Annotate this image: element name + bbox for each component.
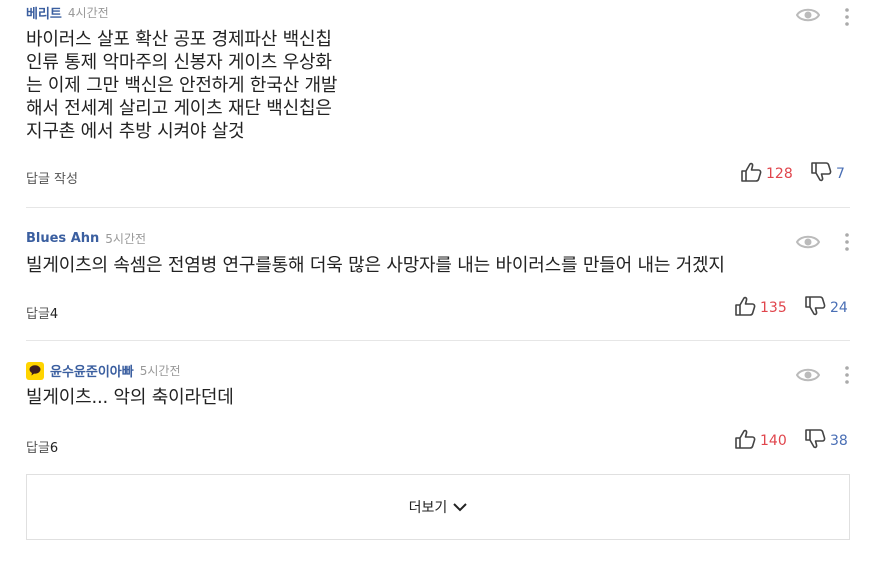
comment-author[interactable]: 윤수윤준이아빠: [50, 361, 134, 380]
load-more-label: 더보기: [408, 500, 448, 516]
comment-author[interactable]: 베리트: [26, 3, 62, 22]
comment-text: 빌게이츠... 악의 축이라던데: [26, 387, 234, 408]
like-button[interactable]: 128: [740, 162, 793, 186]
chevron-down-icon: [453, 502, 468, 512]
eye-icon[interactable]: [795, 7, 821, 27]
like-button[interactable]: 135: [734, 296, 787, 320]
thumbs-down-icon: [810, 162, 832, 186]
comment-time: 5시간전: [139, 364, 181, 378]
reply-count: 6: [49, 441, 59, 456]
reply-label: 답글: [26, 441, 50, 456]
comment-text: 바이러스 살포 확산 공포 경제파산 백신칩 인류 통제 악마주의 신봉자 게이…: [26, 29, 338, 142]
eye-icon[interactable]: [795, 234, 821, 254]
dislike-button[interactable]: 24: [804, 296, 848, 320]
dislike-count: 7: [836, 166, 845, 182]
comment-text: 빌게이츠의 속셈은 전염병 연구를통해 더욱 많은 사망자를 내는 바이러스를 …: [26, 255, 725, 276]
dislike-count: 38: [830, 433, 848, 449]
kebab-icon[interactable]: [844, 366, 850, 388]
comment-item: 윤수윤준이아빠 5시간전 빌게이츠... 악의 축이라던데 답글6 140 38: [26, 341, 850, 466]
reply-button[interactable]: 답글 작성: [26, 168, 78, 187]
comment-meta: 윤수윤준이아빠 5시간전: [26, 361, 181, 380]
dislike-button[interactable]: 7: [810, 162, 845, 186]
like-count: 135: [760, 300, 787, 316]
kebab-icon[interactable]: [844, 233, 850, 255]
like-count: 140: [760, 433, 787, 449]
thumbs-up-icon: [740, 162, 762, 186]
thumbs-up-icon: [734, 296, 756, 320]
thumbs-up-icon: [734, 429, 756, 453]
thumbs-down-icon: [804, 296, 826, 320]
load-more-button[interactable]: 더보기: [26, 474, 850, 540]
kebab-icon[interactable]: [844, 8, 850, 30]
comment-item: Blues Ahn 5시간전 빌게이츠의 속셈은 전염병 연구를통해 더욱 많은…: [26, 208, 850, 341]
reply-label: 답글: [26, 307, 50, 322]
dislike-button[interactable]: 38: [804, 429, 848, 453]
kakao-talk-icon: [26, 361, 44, 380]
like-count: 128: [766, 166, 793, 182]
comment-meta: Blues Ahn 5시간전: [26, 230, 146, 247]
dislike-count: 24: [830, 300, 848, 316]
comment-time: 5시간전: [105, 232, 147, 246]
comment-time: 4시간전: [67, 6, 109, 20]
comment-author[interactable]: Blues Ahn: [26, 231, 99, 246]
reply-button[interactable]: 답글6: [26, 437, 58, 456]
reply-button[interactable]: 답글4: [26, 303, 58, 322]
thumbs-down-icon: [804, 429, 826, 453]
eye-icon[interactable]: [795, 367, 821, 387]
reply-count: 4: [49, 307, 59, 322]
reply-label: 답글 작성: [26, 172, 78, 187]
like-button[interactable]: 140: [734, 429, 787, 453]
comment-meta: 베리트 4시간전: [26, 3, 109, 22]
comment-item: 베리트 4시간전 바이러스 살포 확산 공포 경제파산 백신칩 인류 통제 악마…: [26, 0, 850, 208]
